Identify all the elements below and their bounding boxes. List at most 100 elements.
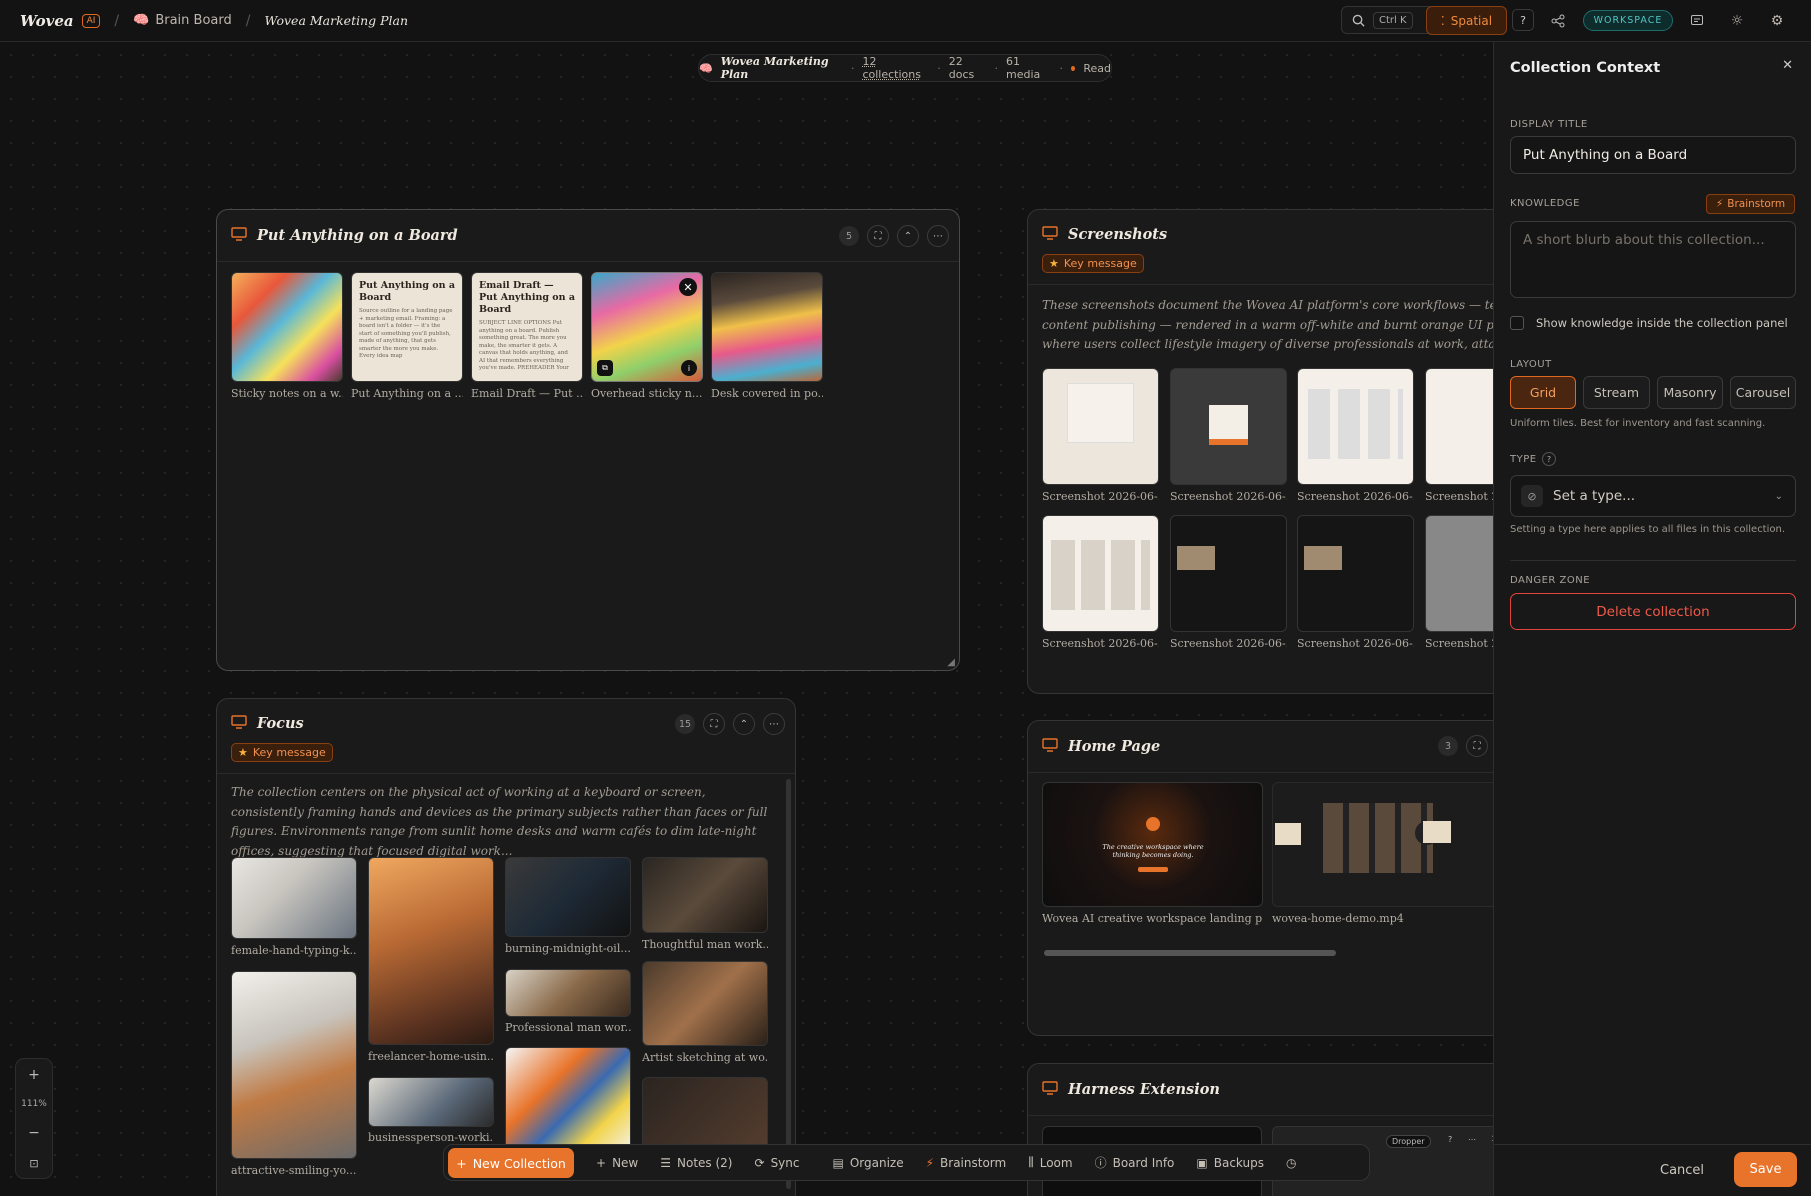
collection-panel-screenshots[interactable]: Screenshots ★ Key message These screensh… — [1027, 209, 1547, 694]
panel-scrollbar[interactable] — [786, 779, 791, 1189]
spatial-button[interactable]: ⁚ Spatial — [1426, 6, 1507, 35]
sun-icon[interactable]: ☼ — [1724, 8, 1750, 34]
more-icon[interactable]: ⋯ — [927, 225, 949, 247]
video-frame-note — [1275, 823, 1301, 845]
fit-screen-icon[interactable]: ⊡ — [29, 1157, 38, 1170]
collapse-icon[interactable]: ⌃ — [897, 225, 919, 247]
screenshot-thumb[interactable] — [1042, 368, 1159, 485]
layout-label: LAYOUT — [1510, 359, 1552, 370]
zoom-in-icon[interactable]: + — [28, 1067, 40, 1083]
notes-button[interactable]: ☰ Notes (2) — [660, 1156, 732, 1170]
brainstorm-button[interactable]: ⚡ Brainstorm — [1706, 194, 1795, 214]
collection-panel-focus[interactable]: Focus 15 ⛶ ⌃ ⋯ ★ Key message The collect… — [216, 698, 796, 1196]
resize-handle[interactable]: ◢ — [947, 657, 955, 668]
thumb-caption: Overhead sticky n... — [591, 387, 703, 400]
info-icon[interactable]: i — [681, 360, 697, 376]
layout-stream-button[interactable]: Stream — [1583, 376, 1650, 409]
doc-title: Email Draft — Put Anything on a Board — [479, 280, 576, 315]
show-knowledge-checkbox[interactable] — [1510, 316, 1524, 330]
bolt-icon: ⚡ — [925, 1155, 935, 1170]
type-help-icon[interactable]: ? — [1542, 452, 1556, 466]
backups-button[interactable]: ▣ Backups — [1196, 1156, 1264, 1170]
thumb-caption: Screenshot 2026-06-... — [1297, 490, 1414, 503]
cancel-button[interactable]: Cancel — [1660, 1163, 1704, 1178]
layout-carousel-button[interactable]: Carousel — [1730, 376, 1796, 409]
focus-image-artist[interactable] — [642, 961, 768, 1046]
brainstorm-toolbar-button[interactable]: ⚡ Brainstorm — [926, 1156, 1007, 1170]
help-button[interactable]: ? — [1512, 9, 1534, 31]
board-image-desk[interactable] — [711, 272, 823, 382]
help-icon[interactable]: ? — [1448, 1135, 1452, 1144]
share-icon[interactable] — [1545, 8, 1571, 34]
panel-title[interactable]: Focus — [257, 715, 304, 732]
thumb-caption: Screenshot 2026-06-... — [1297, 637, 1414, 650]
breadcrumb-board[interactable]: 🧠 Brain Board — [133, 13, 232, 28]
horizontal-scrollbar[interactable] — [1044, 950, 1336, 956]
new-collection-button[interactable]: + New Collection — [448, 1148, 574, 1178]
history-button[interactable]: ◷ — [1286, 1156, 1296, 1170]
more-icon[interactable]: ⋯ — [763, 713, 785, 735]
app-logo[interactable]: Wovea — [20, 12, 74, 30]
focus-image-professional[interactable] — [505, 969, 631, 1017]
panel-title[interactable]: Put Anything on a Board — [257, 227, 458, 244]
screenshot-thumb[interactable] — [1297, 368, 1414, 485]
screenshot-thumb[interactable] — [1170, 368, 1287, 485]
sync-button[interactable]: ⟳ Sync — [755, 1156, 800, 1170]
pill-collections[interactable]: 12 collections — [862, 55, 929, 81]
close-icon[interactable]: ✕ — [1782, 58, 1793, 73]
board-image-sticky-notes[interactable] — [231, 272, 343, 382]
focus-image-midnight-oil[interactable] — [505, 857, 631, 937]
breadcrumb-plan[interactable]: Wovea Marketing Plan — [264, 13, 408, 28]
danger-zone-label: DANGER ZONE — [1510, 575, 1591, 586]
loom-button[interactable]: ⫼ Loom — [1028, 1155, 1072, 1170]
focus-image-freelancer[interactable] — [368, 857, 494, 1045]
board-doc-landing[interactable]: Put Anything on a Board Source outline f… — [351, 272, 463, 382]
gear-icon[interactable]: ⚙ — [1764, 8, 1790, 34]
zoom-level: 111% — [21, 1099, 47, 1109]
collapse-icon[interactable]: ⌃ — [733, 713, 755, 735]
display-title-input[interactable]: Put Anything on a Board — [1510, 136, 1796, 174]
bottom-toolbar: + New Collection + New ☰ Notes (2) ⟳ Sync ▤… — [443, 1144, 1370, 1181]
pill-media: 61 media — [1006, 55, 1041, 81]
zoom-out-icon[interactable]: − — [28, 1125, 40, 1141]
landing-headline: The creative workspace where thinking be… — [1102, 843, 1204, 859]
backups-label: Backups — [1213, 1155, 1264, 1170]
separator-dot: · — [1059, 61, 1063, 75]
knowledge-textarea[interactable]: A short blurb about this collection... — [1510, 221, 1796, 298]
focus-image-smiling[interactable] — [231, 971, 357, 1159]
screenshot-thumb[interactable] — [1170, 515, 1287, 632]
more-icon[interactable]: ⋯ — [1468, 1135, 1476, 1144]
layout-grid-button[interactable]: Grid — [1510, 376, 1576, 409]
board-info-button[interactable]: ⓘ Board Info — [1095, 1154, 1175, 1171]
expand-icon[interactable]: ⛶ — [1466, 735, 1488, 757]
comment-icon[interactable] — [1684, 8, 1710, 34]
homepage-landing-thumb[interactable]: The creative workspace where thinking be… — [1042, 782, 1263, 907]
new-button[interactable]: + New — [596, 1156, 638, 1170]
panel-title[interactable]: Home Page — [1068, 738, 1160, 755]
collection-panel-board[interactable]: Put Anything on a Board 5 ⛶ ⌃ ⋯ Sticky n… — [216, 209, 960, 671]
divider — [1510, 560, 1796, 561]
save-button[interactable]: Save — [1734, 1152, 1797, 1187]
focus-image-illustration[interactable] — [505, 1047, 631, 1157]
organize-button[interactable]: ▤ Organize — [832, 1156, 903, 1170]
copy-icon[interactable]: ⧉ — [597, 360, 613, 376]
focus-image-hand-typing[interactable] — [231, 857, 357, 939]
panel-title[interactable]: Screenshots — [1068, 226, 1167, 243]
focus-image-businessperson[interactable] — [368, 1077, 494, 1127]
delete-collection-button[interactable]: Delete collection — [1510, 593, 1796, 630]
divider — [217, 773, 795, 774]
expand-icon[interactable]: ⛶ — [867, 225, 889, 247]
type-select[interactable]: ⊘ Set a type... ⌄ — [1510, 475, 1796, 517]
doc-title: Put Anything on a Board — [359, 280, 456, 303]
collection-panel-homepage[interactable]: Home Page 3 ⛶ ⌃ ⋯ The creative workspace… — [1027, 720, 1547, 1036]
board-doc-email[interactable]: Email Draft — Put Anything on a Board SU… — [471, 272, 583, 382]
board-image-overhead-sticky[interactable]: ✕ ⧉ i — [591, 272, 703, 382]
panel-title[interactable]: Harness Extension — [1068, 1081, 1220, 1098]
layout-masonry-button[interactable]: Masonry — [1657, 376, 1723, 409]
workspace-badge[interactable]: WORKSPACE — [1583, 10, 1673, 31]
screenshot-thumb[interactable] — [1297, 515, 1414, 632]
close-icon[interactable]: ✕ — [679, 278, 697, 296]
focus-image-thoughtful-man[interactable] — [642, 857, 768, 933]
screenshot-thumb[interactable] — [1042, 515, 1159, 632]
expand-icon[interactable]: ⛶ — [703, 713, 725, 735]
